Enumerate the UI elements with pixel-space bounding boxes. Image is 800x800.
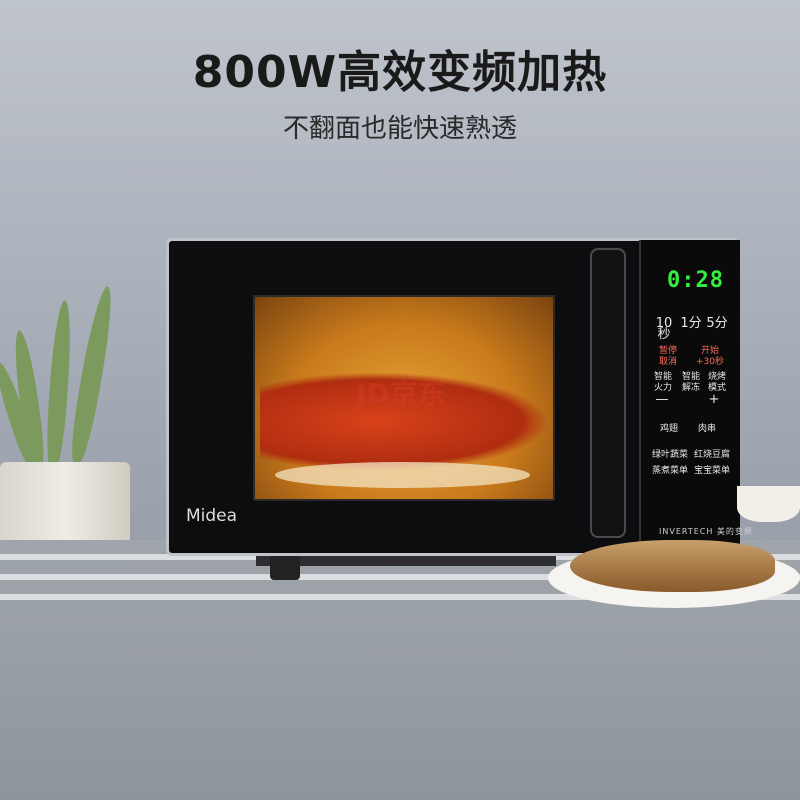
microwave-foot xyxy=(270,556,300,580)
inverter-badge: INVERTECH 美的变频 xyxy=(659,527,753,536)
brand-logo: Midea xyxy=(186,506,238,526)
key-grill-mode: 烧烤 模式 xyxy=(707,372,726,393)
key-chicken-wing: 鸡翅 xyxy=(659,424,678,434)
key-plus: + xyxy=(708,392,720,407)
soup-bowl xyxy=(737,486,800,522)
key-5min: 5分 xyxy=(706,316,728,331)
key-meat-skewer: 肉串 xyxy=(697,424,716,434)
key-stop-cancel: 暂停 取消 xyxy=(658,346,677,367)
time-display: 0:28 xyxy=(667,268,724,293)
headline-title: 800W高效变频加热 xyxy=(192,47,608,98)
watermark: JD京东 xyxy=(356,377,446,410)
key-green-veg: 绿叶蔬菜 xyxy=(651,450,688,460)
key-smart-defrost: 智能 解冻 xyxy=(681,372,700,393)
steamed-fish xyxy=(570,540,775,592)
key-steam-menu: 蒸煮菜单 xyxy=(651,466,688,476)
key-1min: 1分 xyxy=(680,316,702,331)
key-smart-power: 智能 火力 xyxy=(653,372,672,393)
key-start: 开始 +30秒 xyxy=(696,346,724,367)
product-photo: 800W高效变频加热 不翻面也能快速熟透 JD京东 Midea 0:28 10秒… xyxy=(0,0,800,800)
food-plate xyxy=(275,462,530,488)
headline-subtitle: 不翻面也能快速熟透 xyxy=(282,114,517,144)
key-minus: — xyxy=(655,392,669,407)
key-baby-menu: 宝宝菜单 xyxy=(693,466,730,476)
door-handle xyxy=(590,248,626,538)
key-braised-tofu: 红烧豆腐 xyxy=(693,450,730,460)
key-10s: 10秒 xyxy=(655,316,673,342)
